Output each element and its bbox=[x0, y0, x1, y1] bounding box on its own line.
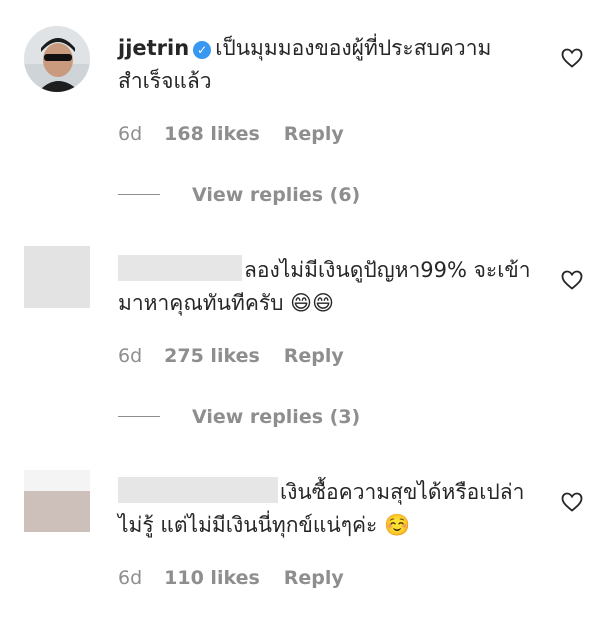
divider bbox=[118, 416, 160, 417]
view-replies-button[interactable]: View replies (6) bbox=[118, 184, 360, 206]
heart-icon[interactable] bbox=[560, 268, 584, 292]
comment-meta: 6d 110 likes Reply bbox=[118, 567, 344, 589]
avatar[interactable] bbox=[24, 246, 90, 308]
reply-button[interactable]: Reply bbox=[284, 567, 344, 589]
divider bbox=[118, 194, 160, 195]
comment-body: เงินซื้อความสุขได้หรือเปล่าไม่รู้ แต่ไม่… bbox=[118, 476, 538, 542]
reply-button[interactable]: Reply bbox=[284, 345, 344, 367]
reply-button[interactable]: Reply bbox=[284, 123, 344, 145]
view-replies-button[interactable]: View replies (3) bbox=[118, 406, 360, 428]
redacted-username bbox=[118, 477, 278, 503]
comment-time: 6d bbox=[118, 123, 143, 145]
verified-badge-icon: ✓ bbox=[193, 41, 212, 59]
likes-count[interactable]: 275 likes bbox=[164, 345, 260, 367]
comment-time: 6d bbox=[118, 345, 143, 367]
likes-count[interactable]: 168 likes bbox=[164, 123, 260, 145]
heart-icon[interactable] bbox=[560, 490, 584, 514]
avatar[interactable] bbox=[24, 26, 90, 92]
avatar[interactable] bbox=[24, 470, 90, 532]
username-link[interactable]: jjetrin bbox=[118, 36, 189, 60]
heart-icon[interactable] bbox=[560, 46, 584, 70]
comment-meta: 6d 168 likes Reply bbox=[118, 123, 344, 145]
redacted-username bbox=[118, 255, 242, 281]
comment-body: jjetrin ✓ เป็นมุมมองของผู้ที่ประสบความสำเร… bbox=[118, 32, 538, 98]
likes-count[interactable]: 110 likes bbox=[164, 567, 260, 589]
view-replies-label: View replies (6) bbox=[192, 184, 361, 206]
comment-meta: 6d 275 likes Reply bbox=[118, 345, 344, 367]
comment-time: 6d bbox=[118, 567, 143, 589]
view-replies-label: View replies (3) bbox=[192, 406, 361, 428]
comment-body: ลองไม่มีเงินดูปัญหา99% จะเข้ามาหาคุณทันท… bbox=[118, 254, 538, 320]
